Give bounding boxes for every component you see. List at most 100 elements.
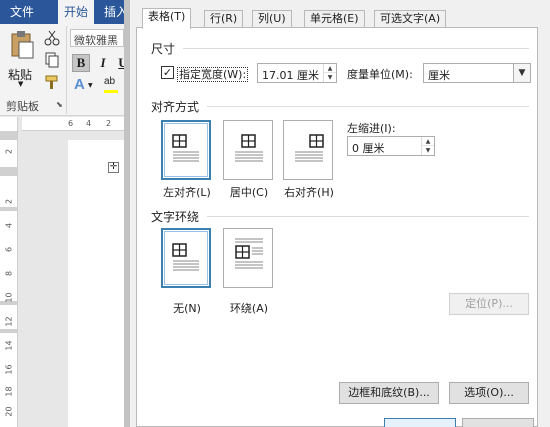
ruler-tick: 2	[4, 148, 14, 155]
align-center-icon	[235, 134, 263, 162]
preferred-width-checkbox[interactable]: ✓	[161, 66, 174, 79]
size-section-title: 尺寸	[151, 42, 176, 56]
tab-table-label: 表格(T)	[148, 10, 186, 23]
ruler-margin	[0, 131, 18, 140]
document-page[interactable]: ✛	[68, 140, 124, 427]
wrap-none-option[interactable]	[161, 228, 211, 288]
spin-down-icon[interactable]: ▼	[422, 146, 434, 155]
vertical-ruler: 2 2 4 6 8 10 12 14 16 18 20	[0, 117, 18, 427]
table-tab-panel: 尺寸 ✓ 指定宽度(W): 17.01 厘米 ▲ ▼ 度量单位(M): 厘米 ▼…	[136, 27, 538, 427]
clipboard-group-label: 剪贴板	[6, 100, 39, 113]
ruler-tick: 8	[4, 270, 14, 277]
ok-button[interactable]	[384, 418, 456, 427]
chevron-down-icon[interactable]: ▼	[18, 80, 23, 88]
tab-column-label: 列(U)	[258, 12, 286, 25]
borders-shading-button[interactable]: 边框和底纹(B)...	[339, 382, 439, 404]
measure-label: 度量单位(M):	[347, 68, 413, 81]
wrap-around-label: 环绕(A)	[229, 302, 269, 315]
alignment-section-title: 对齐方式	[151, 100, 200, 114]
align-right-icon	[295, 134, 324, 162]
tab-table[interactable]: 表格(T)	[142, 8, 192, 29]
preferred-width-label: 指定宽度(W):	[177, 66, 249, 82]
ruler-tick: 18	[4, 386, 14, 397]
ruler-margin	[0, 167, 18, 176]
tab-column[interactable]: 列(U)	[252, 10, 292, 28]
underline-button[interactable]: U	[114, 54, 124, 72]
align-left-label: 左对齐(L)	[163, 186, 211, 199]
indent-spinner[interactable]: 0 厘米 ▲ ▼	[347, 136, 435, 156]
font-name-box[interactable]: 微软雅黑	[70, 29, 124, 47]
horizontal-ruler: 6 4 2	[22, 117, 124, 131]
spin-up-icon[interactable]: ▲	[422, 137, 434, 146]
ruler-tick: 4	[4, 222, 14, 229]
align-center-label: 居中(C)	[229, 186, 269, 199]
ruler-tick: 20	[4, 406, 14, 417]
dialog-tab-bar: 表格(T) 行(R) 列(U) 单元格(E) 可选文字(A)	[136, 8, 536, 29]
align-right-option[interactable]	[283, 120, 333, 180]
wrap-around-option[interactable]	[223, 228, 273, 288]
tab-alt-text-label: 可选文字(A)	[380, 12, 441, 25]
spin-down-icon[interactable]: ▼	[324, 73, 336, 82]
group-divider	[66, 26, 67, 114]
tab-row-label: 行(R)	[210, 12, 238, 25]
ruler-tick: 6	[68, 119, 74, 128]
copy-icon[interactable]	[44, 52, 60, 68]
bold-button[interactable]: B	[72, 54, 90, 72]
tab-home[interactable]: 开始	[58, 0, 94, 24]
indent-spin-buttons: ▲ ▼	[421, 137, 434, 155]
ruler-tick: 6	[4, 246, 14, 253]
section-divider	[183, 48, 529, 49]
table-move-handle[interactable]: ✛	[108, 162, 119, 173]
options-button[interactable]: 选项(O)...	[449, 382, 529, 404]
width-spinner[interactable]: 17.01 厘米 ▲ ▼	[257, 63, 337, 83]
section-divider	[207, 106, 529, 107]
measure-unit-select[interactable]: 厘米 ▼	[423, 63, 531, 83]
position-button[interactable]: 定位(P)...	[449, 293, 529, 315]
width-value: 17.01 厘米	[262, 69, 319, 82]
text-effects-icon[interactable]: A	[74, 76, 85, 93]
spin-up-icon[interactable]: ▲	[324, 64, 336, 73]
section-divider	[207, 216, 529, 217]
ruler-tick: 12	[4, 316, 14, 327]
italic-button[interactable]: I	[94, 54, 112, 72]
preferred-width-text: 指定宽度(W):	[177, 67, 249, 82]
table-properties-dialog: 表格(T) 行(R) 列(U) 单元格(E) 可选文字(A) 尺寸 ✓ 指定宽度…	[124, 0, 550, 427]
ruler-tick: 10	[4, 292, 14, 303]
align-left-option[interactable]	[161, 120, 211, 180]
tab-file[interactable]: 文件	[10, 0, 46, 24]
chevron-down-icon[interactable]: ▼	[88, 82, 93, 89]
indent-value: 0 厘米	[352, 142, 385, 155]
width-spin-buttons: ▲ ▼	[323, 64, 336, 82]
tab-alt-text[interactable]: 可选文字(A)	[374, 10, 447, 28]
ruler-margin	[0, 329, 18, 333]
align-right-label: 右对齐(H)	[284, 186, 334, 199]
highlight-icon[interactable]: ab	[104, 74, 118, 94]
ribbon-tab-bar: 文件 开始 插入	[0, 0, 124, 24]
dialog-launcher-icon[interactable]: ⬊	[56, 100, 63, 109]
chevron-down-icon[interactable]: ▼	[513, 64, 530, 82]
ribbon-home-panel: 粘贴 ▼ 剪贴板 ⬊ 微软雅黑 B I U A ▼ ab	[0, 24, 124, 116]
ruler-tick: 2	[4, 198, 14, 205]
font-name-value: 微软雅黑	[74, 34, 118, 47]
ruler-tick: 14	[4, 340, 14, 351]
tab-cell[interactable]: 单元格(E)	[304, 10, 365, 28]
cut-icon[interactable]	[44, 30, 60, 46]
wrap-none-label: 无(N)	[173, 302, 201, 315]
wrapping-section-title: 文字环绕	[151, 210, 200, 224]
align-center-option[interactable]	[223, 120, 273, 180]
ruler-tick: 2	[106, 119, 112, 128]
tab-cell-label: 单元格(E)	[310, 12, 359, 25]
format-painter-icon[interactable]	[44, 74, 60, 90]
word-window: 文件 开始 插入 粘贴 ▼ 剪贴板 ⬊ 微软雅黑 B I U A ▼ ab 6 …	[0, 0, 124, 427]
tab-row[interactable]: 行(R)	[204, 10, 244, 28]
ruler-margin	[0, 207, 18, 211]
cancel-button[interactable]	[462, 418, 534, 427]
ruler-tick: 16	[4, 364, 14, 375]
paste-button[interactable]: 粘贴 ▼	[4, 28, 40, 88]
paste-icon	[11, 31, 34, 59]
wrap-none-icon	[172, 243, 199, 271]
ruler-tick: 4	[86, 119, 92, 128]
tab-insert[interactable]: 插入	[100, 0, 124, 24]
wrap-around-icon	[235, 238, 263, 269]
indent-label: 左缩进(I):	[347, 122, 396, 135]
